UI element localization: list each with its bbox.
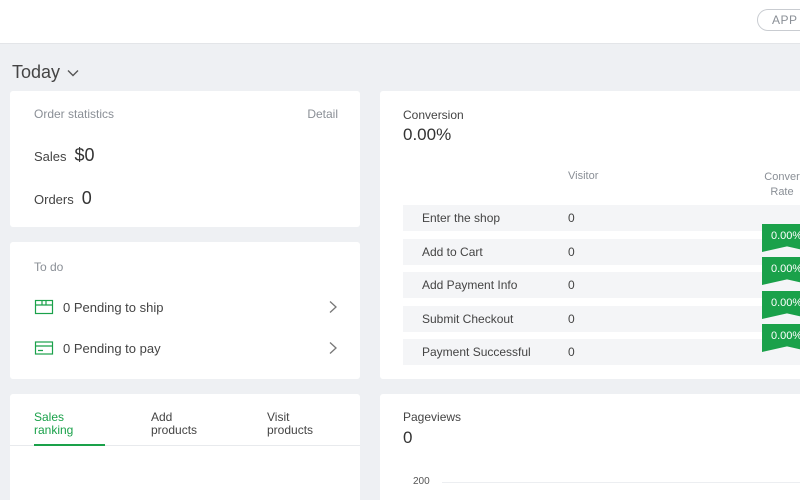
active-tab-indicator — [34, 444, 105, 446]
order-statistics-title: Order statistics — [34, 107, 115, 121]
funnel-row: Add Payment Info 0 — [403, 272, 800, 298]
sales-row: Sales $0 — [34, 145, 95, 166]
rate-header-line: Rate — [770, 186, 794, 198]
detail-link[interactable]: Detail — [307, 107, 338, 121]
tab-label: ranking — [34, 423, 74, 437]
funnel-row: Enter the shop 0 — [403, 205, 800, 231]
funnel-stage: Add Payment Info — [422, 278, 518, 292]
orders-label: Orders — [34, 192, 74, 207]
todo-item-pending-ship[interactable]: 0 Pending to ship — [34, 296, 338, 318]
chevron-right-icon — [329, 342, 337, 354]
sales-value: $0 — [74, 145, 95, 165]
conversion-title: Conversion — [403, 108, 464, 122]
funnel-visitors: 0 — [568, 245, 575, 259]
todo-card: To do 0 Pending to ship 0 Pending to pay — [10, 242, 360, 379]
tab-label: products — [151, 423, 198, 437]
pageviews-value: 0 — [403, 428, 413, 447]
period-selector[interactable]: Today — [12, 62, 80, 83]
tab-visit-products[interactable]: Visit products — [267, 411, 347, 437]
ranking-tabs-card: Sales ranking Add products Visit product… — [10, 394, 360, 500]
orders-row: Orders 0 — [34, 188, 92, 209]
chevron-down-icon — [67, 69, 79, 76]
todo-item-label: 0 Pending to ship — [63, 299, 164, 315]
todo-item-label: 0 Pending to pay — [63, 340, 161, 356]
funnel-visitors: 0 — [568, 211, 575, 225]
top-bar: APP — [0, 0, 800, 44]
package-icon — [34, 299, 54, 315]
funnel-visitors: 0 — [568, 345, 575, 359]
chevron-right-icon — [329, 301, 337, 313]
period-label: Today — [12, 62, 61, 82]
pageviews-card: Pageviews 0 200 — [380, 394, 800, 500]
tab-add-products[interactable]: Add products — [151, 411, 231, 437]
conversion-value: 0.00% — [403, 125, 452, 144]
funnel-stage: Submit Checkout — [422, 312, 514, 326]
tab-bar: Sales ranking Add products Visit product… — [10, 394, 360, 446]
todo-item-pending-pay[interactable]: 0 Pending to pay — [34, 337, 338, 359]
funnel-row: Payment Successful 0 — [403, 339, 800, 365]
visitor-column-header: Visitor — [568, 170, 599, 182]
chart-gridline — [442, 482, 800, 483]
pageviews-title: Pageviews — [403, 410, 462, 424]
rate-header-line: Conver — [764, 171, 800, 183]
tab-label: products — [267, 423, 314, 437]
funnel-visitors: 0 — [568, 278, 575, 292]
orders-value: 0 — [81, 188, 92, 208]
card-icon — [34, 341, 54, 355]
tab-sales-ranking[interactable]: Sales ranking — [34, 411, 114, 437]
rate-column-header: Conver Rate — [752, 170, 800, 200]
funnel-row: Add to Cart 0 — [403, 239, 800, 265]
conversion-card: Conversion 0.00% Visitor Conver Rate Ent… — [380, 91, 800, 379]
funnel-row: Submit Checkout 0 — [403, 306, 800, 332]
funnel-stage: Enter the shop — [422, 211, 501, 225]
app-button[interactable]: APP — [757, 9, 800, 31]
funnel-stage: Payment Successful — [422, 345, 531, 359]
todo-title: To do — [34, 260, 64, 274]
sales-label: Sales — [34, 149, 67, 164]
funnel-visitors: 0 — [568, 312, 575, 326]
y-axis-tick: 200 — [413, 476, 430, 487]
order-statistics-card: Order statistics Detail Sales $0 Orders … — [10, 91, 360, 227]
funnel-stage: Add to Cart — [422, 245, 483, 259]
